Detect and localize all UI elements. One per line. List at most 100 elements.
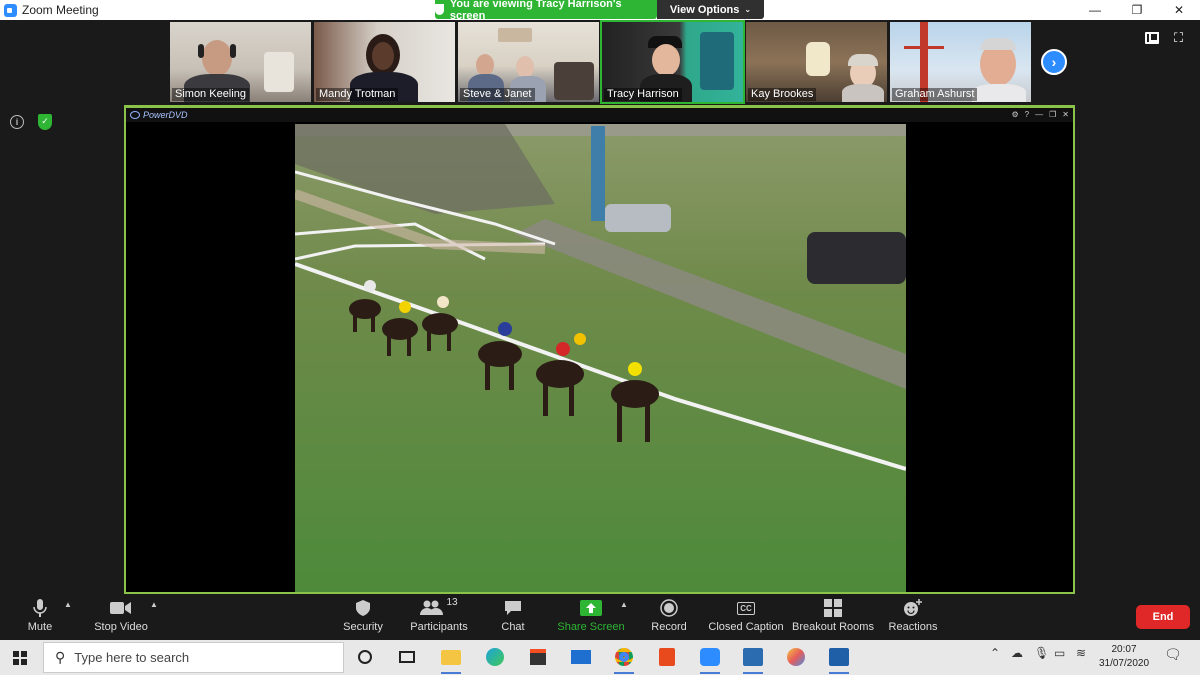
participant-name: Steve & Janet (460, 88, 535, 101)
store-icon[interactable] (526, 646, 550, 668)
task-view-icon[interactable] (395, 646, 419, 668)
windows-start-icon[interactable] (13, 651, 27, 665)
participant-name: Graham Ashurst (892, 88, 978, 101)
taskbar-clock[interactable]: 20:07 31/07/2020 (1094, 643, 1154, 671)
mute-button[interactable]: Mute (22, 595, 58, 640)
search-icon: ⚲ (55, 649, 66, 665)
video-camera-icon (110, 595, 132, 621)
shared-screen: PowerDVD ⚙ ? — ❐ ✕ (124, 105, 1075, 594)
window-title: Zoom Meeting (22, 3, 99, 17)
record-button[interactable]: Record (648, 595, 690, 640)
security-label: Security (343, 621, 383, 633)
participant-tile[interactable]: Mandy Trotman (314, 22, 455, 102)
tray-microphone-icon[interactable]: 🎙 (1034, 646, 1049, 660)
participant-name: Kay Brookes (748, 88, 817, 101)
participant-tile[interactable]: Kay Brookes (746, 22, 887, 102)
window-controls: — ❐ ✕ (1074, 0, 1200, 20)
windows-taskbar: ⚲ Type here to search ⌃ ☁ 🎙 ▭ ≋ 20:07 31… (0, 640, 1200, 675)
chrome-icon[interactable] (612, 646, 636, 674)
participants-label: Participants (410, 621, 468, 633)
next-page-button[interactable]: › (1041, 49, 1067, 75)
tray-chevron-up-icon[interactable]: ⌃ (990, 646, 1000, 660)
powerdvd-titlebar: PowerDVD ⚙ ? — ❐ ✕ (126, 108, 1073, 122)
participants-icon: 13 (420, 595, 458, 621)
share-options-caret-icon[interactable]: ▲ (620, 601, 628, 609)
participant-name: Mandy Trotman (316, 88, 399, 101)
fullscreen-icon[interactable]: ⛶ (1174, 31, 1188, 45)
meeting-area: Simon Keeling Mandy Trotman Steve & Jane… (0, 20, 1200, 595)
powerdvd-logo-icon (130, 111, 140, 119)
edge-icon[interactable] (483, 646, 507, 668)
horse-race-scene (295, 124, 906, 592)
mute-options-caret-icon[interactable]: ▲ (64, 601, 72, 609)
closed-caption-icon: CC (737, 595, 755, 621)
taskbar-search-input[interactable]: ⚲ Type here to search (43, 642, 344, 673)
restore-icon: ❐ (1049, 110, 1057, 119)
paint-icon[interactable] (784, 646, 808, 668)
chat-bubble-icon (504, 595, 522, 621)
microphone-icon (33, 595, 47, 621)
close-button[interactable]: ✕ (1158, 0, 1200, 20)
chat-button[interactable]: Chat (495, 595, 531, 640)
cc-icon-text: CC (737, 601, 755, 615)
participant-tile[interactable]: Simon Keeling (170, 22, 311, 102)
breakout-rooms-button[interactable]: Breakout Rooms (792, 595, 874, 640)
settings-icon: ⚙ (1011, 110, 1019, 119)
closed-caption-label: Closed Caption (708, 621, 784, 633)
share-screen-label: Share Screen (557, 621, 625, 633)
notifications-icon[interactable]: 🗨 (1164, 646, 1182, 663)
record-label: Record (651, 621, 687, 633)
clock-time: 20:07 (1111, 644, 1137, 655)
viewing-text: You are viewing Tracy Harrison's screen (449, 0, 622, 22)
office-icon[interactable] (655, 646, 679, 668)
reactions-button[interactable]: Reactions (888, 595, 938, 640)
share-screen-button[interactable]: Share Screen (557, 595, 625, 640)
photos-app-icon[interactable] (741, 646, 765, 674)
video-options-caret-icon[interactable]: ▲ (150, 601, 158, 609)
end-meeting-button[interactable]: End (1136, 605, 1190, 629)
file-explorer-icon[interactable] (439, 646, 463, 674)
security-shield-icon (355, 595, 371, 621)
powerdvd-title: PowerDVD (143, 110, 188, 120)
view-options-label: View Options (669, 3, 740, 16)
participants-button[interactable]: 13 Participants (408, 595, 470, 640)
breakout-rooms-grid-icon (824, 595, 842, 621)
participant-tile[interactable]: Tracy Harrison (600, 20, 745, 104)
encryption-shield-icon[interactable]: ✓ (38, 114, 52, 130)
close-icon: ✕ (1062, 110, 1069, 119)
participants-count: 13 (446, 596, 458, 608)
breakout-rooms-label: Breakout Rooms (792, 621, 874, 633)
closed-caption-button[interactable]: CC Closed Caption (708, 595, 784, 640)
stop-video-button[interactable]: Stop Video (92, 595, 150, 640)
cortana-icon[interactable] (353, 646, 377, 668)
record-icon (660, 595, 678, 621)
restore-button[interactable]: ❐ (1116, 0, 1158, 20)
battery-icon[interactable]: ▭ (1054, 646, 1065, 660)
wifi-icon[interactable]: ≋ (1076, 646, 1086, 660)
photos-icon[interactable] (827, 646, 851, 674)
participant-strip: Simon Keeling Mandy Trotman Steve & Jane… (170, 20, 1031, 104)
onedrive-cloud-icon[interactable]: ☁ (1011, 646, 1023, 660)
gallery-view-icon[interactable] (1145, 32, 1159, 44)
smiley-plus-icon (903, 595, 923, 621)
stop-video-label: Stop Video (94, 621, 148, 633)
mute-label: Mute (27, 621, 53, 633)
view-options-button[interactable]: View Options ⌄ (657, 0, 764, 19)
reactions-label: Reactions (888, 621, 938, 633)
participant-tile[interactable]: Steve & Janet (458, 22, 599, 102)
security-button[interactable]: Security (341, 595, 385, 640)
share-screen-icon (580, 595, 602, 621)
clock-date: 31/07/2020 (1098, 658, 1150, 669)
zoom-icon[interactable] (698, 646, 722, 674)
meeting-toolbar: Mute ▲ Stop Video ▲ Security 13 Particip… (0, 595, 1200, 640)
participant-tile[interactable]: Graham Ashurst (890, 22, 1031, 102)
minimize-button[interactable]: — (1074, 0, 1116, 20)
meeting-info-icon[interactable]: i (10, 115, 24, 129)
chat-label: Chat (501, 621, 525, 633)
shield-icon (435, 4, 444, 15)
chevron-right-icon: › (1051, 54, 1057, 70)
participant-name: Simon Keeling (172, 88, 249, 101)
search-placeholder: Type here to search (74, 650, 190, 665)
mail-icon[interactable] (569, 646, 593, 668)
help-icon: ? (1024, 110, 1030, 119)
